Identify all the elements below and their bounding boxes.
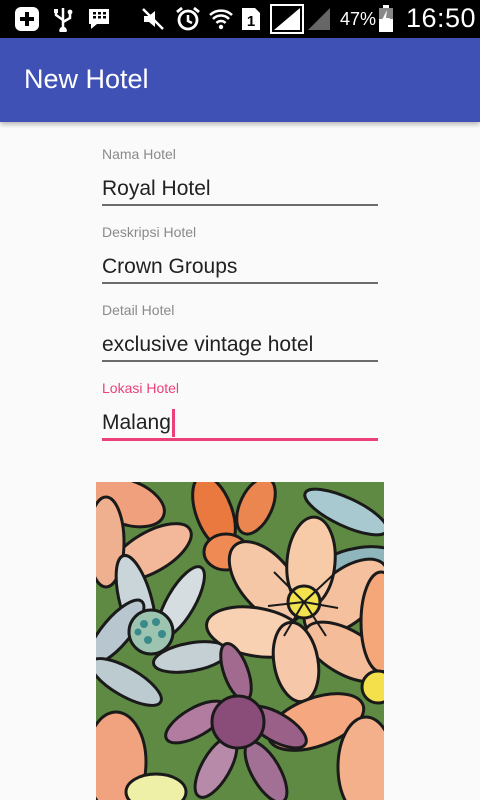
- detail-hotel-input[interactable]: exclusive vintage hotel: [102, 331, 378, 359]
- mute-icon: [140, 6, 166, 32]
- status-bar: 1 47% 16:50: [0, 0, 480, 38]
- bbm-icon: [86, 6, 112, 32]
- signal-icon: [270, 4, 304, 34]
- lokasi-hotel-field[interactable]: Lokasi Hotel Malang: [102, 380, 378, 458]
- deskripsi-hotel-input[interactable]: Crown Groups: [102, 253, 378, 281]
- wifi-icon: [208, 6, 234, 32]
- detail-hotel-underline: [102, 360, 378, 362]
- sim-icon: 1: [240, 6, 262, 32]
- usb-icon: [52, 6, 74, 32]
- detail-hotel-field[interactable]: Detail Hotel exclusive vintage hotel: [102, 302, 378, 380]
- text-cursor: [171, 409, 175, 437]
- nama-hotel-field[interactable]: Nama Hotel Royal Hotel: [102, 146, 378, 224]
- deskripsi-hotel-field[interactable]: Deskripsi Hotel Crown Groups: [102, 224, 378, 302]
- svg-text:1: 1: [247, 13, 255, 30]
- lokasi-hotel-underline: [102, 438, 378, 441]
- battery-percent: 47%: [340, 9, 377, 29]
- signal-empty-icon: [306, 6, 332, 32]
- hotel-image[interactable]: [96, 482, 384, 800]
- nama-hotel-input[interactable]: Royal Hotel: [102, 175, 378, 203]
- page-title: New Hotel: [24, 64, 149, 94]
- lokasi-hotel-label: Lokasi Hotel: [102, 380, 180, 396]
- toolbar: New Hotel: [0, 38, 480, 122]
- nama-hotel-underline: [102, 204, 378, 206]
- clock: 16:50: [406, 3, 477, 33]
- nama-hotel-label: Nama Hotel: [102, 146, 176, 162]
- detail-hotel-label: Detail Hotel: [102, 302, 175, 318]
- alarm-icon: [174, 6, 202, 32]
- lokasi-hotel-value: Malang: [102, 411, 171, 434]
- hotel-form: Nama Hotel Royal Hotel Deskripsi Hotel C…: [102, 146, 378, 458]
- deskripsi-hotel-label: Deskripsi Hotel: [102, 224, 197, 240]
- add-app-icon: [14, 6, 40, 32]
- battery-icon: [378, 5, 394, 32]
- floral-illustration-image: [96, 482, 384, 800]
- deskripsi-hotel-underline: [102, 282, 378, 284]
- lokasi-hotel-input[interactable]: Malang: [102, 409, 378, 437]
